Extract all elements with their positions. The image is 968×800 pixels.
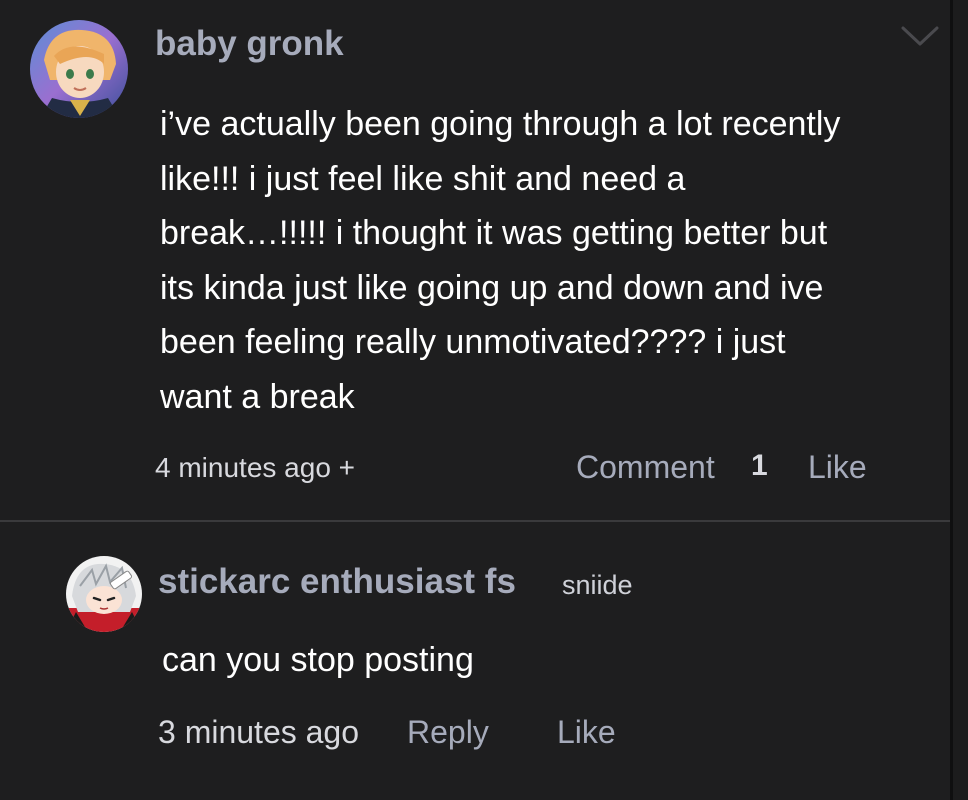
like-button[interactable]: Like (808, 449, 867, 486)
post-body-line: its kinda just like going up and down an… (160, 268, 824, 307)
username[interactable]: baby gronk (155, 24, 344, 64)
chevron-down-icon[interactable] (900, 24, 940, 48)
divider (0, 520, 952, 522)
reply-body: can you stop posting (162, 641, 474, 679)
timestamp[interactable]: 4 minutes ago + (155, 452, 355, 484)
post-body-line: want a break (160, 377, 355, 416)
reply-username[interactable]: stickarc enthusiast fs (158, 562, 516, 602)
like-count: 1 (751, 449, 768, 482)
user-tag: sniide (562, 570, 633, 600)
avatar-image (30, 20, 128, 118)
reply-avatar-image (66, 556, 142, 632)
post-body-line: like!!! i just feel like shit and need a (160, 159, 686, 198)
avatar[interactable] (30, 20, 128, 118)
post-body-line: i’ve actually been going through a lot r… (160, 105, 841, 143)
reply-avatar[interactable] (66, 556, 142, 632)
reply-like-button[interactable]: Like (557, 714, 616, 751)
post-body: i’ve actually been going through a lot r… (160, 97, 940, 424)
reply-timestamp[interactable]: 3 minutes ago (158, 714, 359, 751)
reply-button[interactable]: Reply (407, 714, 489, 751)
post-body-line: break…!!!!! i thought it was getting bet… (160, 214, 828, 252)
post-body-line: been feeling really unmotivated???? i ju… (160, 323, 786, 361)
post: baby gronk i’ve actually been going thro… (0, 0, 950, 520)
comment-button[interactable]: Comment (576, 449, 715, 486)
right-edge (953, 0, 968, 800)
